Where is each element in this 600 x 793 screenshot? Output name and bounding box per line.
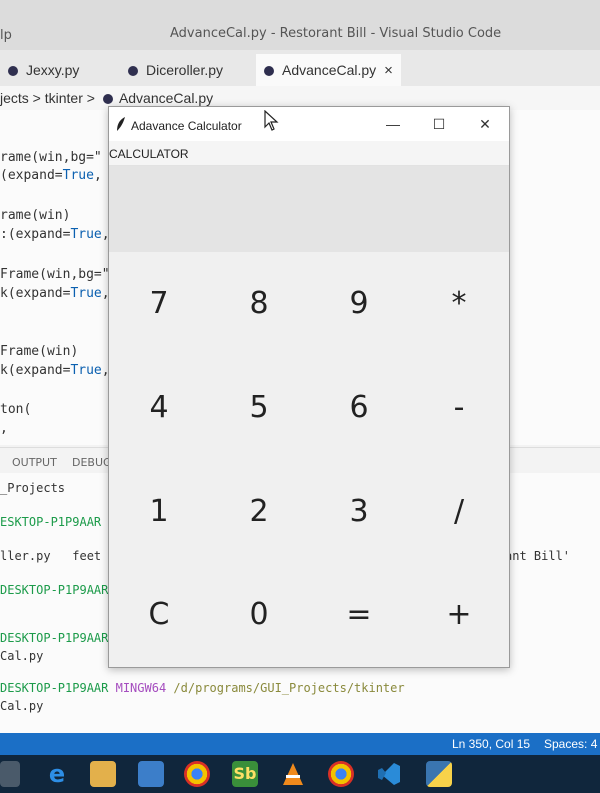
python-icon[interactable]: [426, 761, 452, 787]
terminal-line: DESKTOP-P1P9AAR: [0, 583, 109, 597]
file-explorer-icon[interactable]: [90, 761, 116, 787]
tab-diceroller[interactable]: Diceroller.py: [128, 54, 223, 86]
python-file-icon: [128, 66, 138, 77]
key-9[interactable]: 9: [309, 252, 409, 356]
calculator-keypad: 7 8 9 * 4 5 6 - 1 2 3 / C 0 = +: [109, 252, 509, 667]
mouse-cursor-icon: [264, 110, 279, 131]
key-6[interactable]: 6: [309, 356, 409, 460]
status-bar: Ln 350, Col 15 Spaces: 4: [0, 733, 600, 755]
calculator-titlebar[interactable]: Adavance Calculator — ☐ ✕: [109, 107, 509, 141]
key-add[interactable]: +: [409, 563, 509, 667]
maximize-button[interactable]: ☐: [417, 111, 461, 137]
python-file-icon: [102, 94, 113, 105]
terminal-line: Cal.py: [0, 649, 44, 663]
vscode-titlebar: lp AdvanceCal.py - Restorant Bill - Visu…: [0, 0, 600, 50]
tab-debug[interactable]: DEBUG: [72, 456, 112, 469]
code-line: k(expand=True,: [0, 363, 110, 378]
key-5[interactable]: 5: [209, 356, 309, 460]
key-8[interactable]: 8: [209, 252, 309, 356]
calculator-menu-label[interactable]: CALCULATOR: [109, 147, 189, 161]
breadcrumb-path[interactable]: jects > tkinter >: [0, 90, 95, 106]
key-2[interactable]: 2: [209, 460, 309, 564]
key-4[interactable]: 4: [109, 356, 209, 460]
tab-jexxy[interactable]: Jexxy.py: [8, 54, 79, 86]
key-1[interactable]: 1: [109, 460, 209, 564]
tab-label: Jexxy.py: [26, 62, 80, 78]
terminal-line: DESKTOP-P1P9AAR: [0, 631, 109, 645]
close-tab-icon[interactable]: ×: [384, 62, 393, 79]
key-3[interactable]: 3: [309, 460, 409, 564]
calculator-menubar: CALCULATOR: [109, 141, 509, 166]
store-icon[interactable]: [138, 761, 164, 787]
calculator-title: Adavance Calculator: [131, 119, 242, 133]
microphone-icon[interactable]: [0, 761, 20, 787]
terminal-right-text: ant Bill': [505, 549, 571, 563]
minimize-button[interactable]: —: [371, 111, 415, 137]
python-file-icon: [264, 66, 274, 77]
code-line: (expand=True,: [0, 168, 102, 183]
calculator-display[interactable]: [109, 166, 509, 252]
tab-label: AdvanceCal.py: [282, 62, 377, 78]
code-line: :(expand=True,: [0, 227, 110, 242]
window-title: AdvanceCal.py - Restorant Bill - Visual …: [170, 26, 502, 41]
key-7[interactable]: 7: [109, 252, 209, 356]
tab-advancecal[interactable]: AdvanceCal.py ×: [256, 54, 401, 86]
chrome-icon[interactable]: [184, 761, 210, 787]
code-line: rame(win,bg=": [0, 150, 102, 165]
python-file-icon: [8, 66, 18, 77]
editor-tabs: Jexxy.py Diceroller.py AdvanceCal.py ×: [0, 50, 600, 86]
code-line: ton(: [0, 402, 32, 417]
key-subtract[interactable]: -: [409, 356, 509, 460]
chrome-alt-icon[interactable]: [328, 761, 354, 787]
windows-taskbar: e Sb: [0, 755, 600, 793]
key-equals[interactable]: =: [309, 563, 409, 667]
terminal-line: DESKTOP-P1P9AAR MINGW64 /d/programs/GUI_…: [0, 681, 405, 695]
vlc-icon[interactable]: [280, 761, 306, 787]
breadcrumb-file[interactable]: AdvanceCal.py: [119, 90, 213, 106]
code-line: Frame(win,bg=": [0, 267, 110, 282]
edge-icon[interactable]: e: [44, 761, 70, 787]
key-0[interactable]: 0: [209, 563, 309, 667]
vscode-icon[interactable]: [376, 761, 402, 787]
code-line: rame(win): [0, 208, 71, 223]
terminal-line: Cal.py: [0, 699, 44, 713]
terminal-line: _Projects: [0, 481, 66, 495]
menu-fragment[interactable]: lp: [0, 28, 12, 43]
tab-label: Diceroller.py: [146, 62, 224, 78]
key-clear[interactable]: C: [109, 563, 209, 667]
code-line: ,: [0, 421, 8, 436]
sublime-icon[interactable]: Sb: [232, 761, 258, 787]
feather-icon: [117, 117, 125, 131]
tab-output[interactable]: OUTPUT: [12, 456, 57, 469]
key-divide[interactable]: /: [409, 460, 509, 564]
close-button[interactable]: ✕: [463, 111, 507, 137]
cursor-position[interactable]: Ln 350, Col 15: [452, 737, 530, 751]
key-multiply[interactable]: *: [409, 252, 509, 356]
indentation-status[interactable]: Spaces: 4: [544, 737, 597, 751]
terminal-line: ller.py feet: [0, 549, 102, 563]
calculator-window: Adavance Calculator — ☐ ✕ CALCULATOR 7 8…: [108, 106, 510, 668]
code-line: k(expand=True,: [0, 286, 110, 301]
code-line: Frame(win): [0, 344, 79, 359]
terminal-line: ESKTOP-P1P9AAR: [0, 515, 102, 529]
